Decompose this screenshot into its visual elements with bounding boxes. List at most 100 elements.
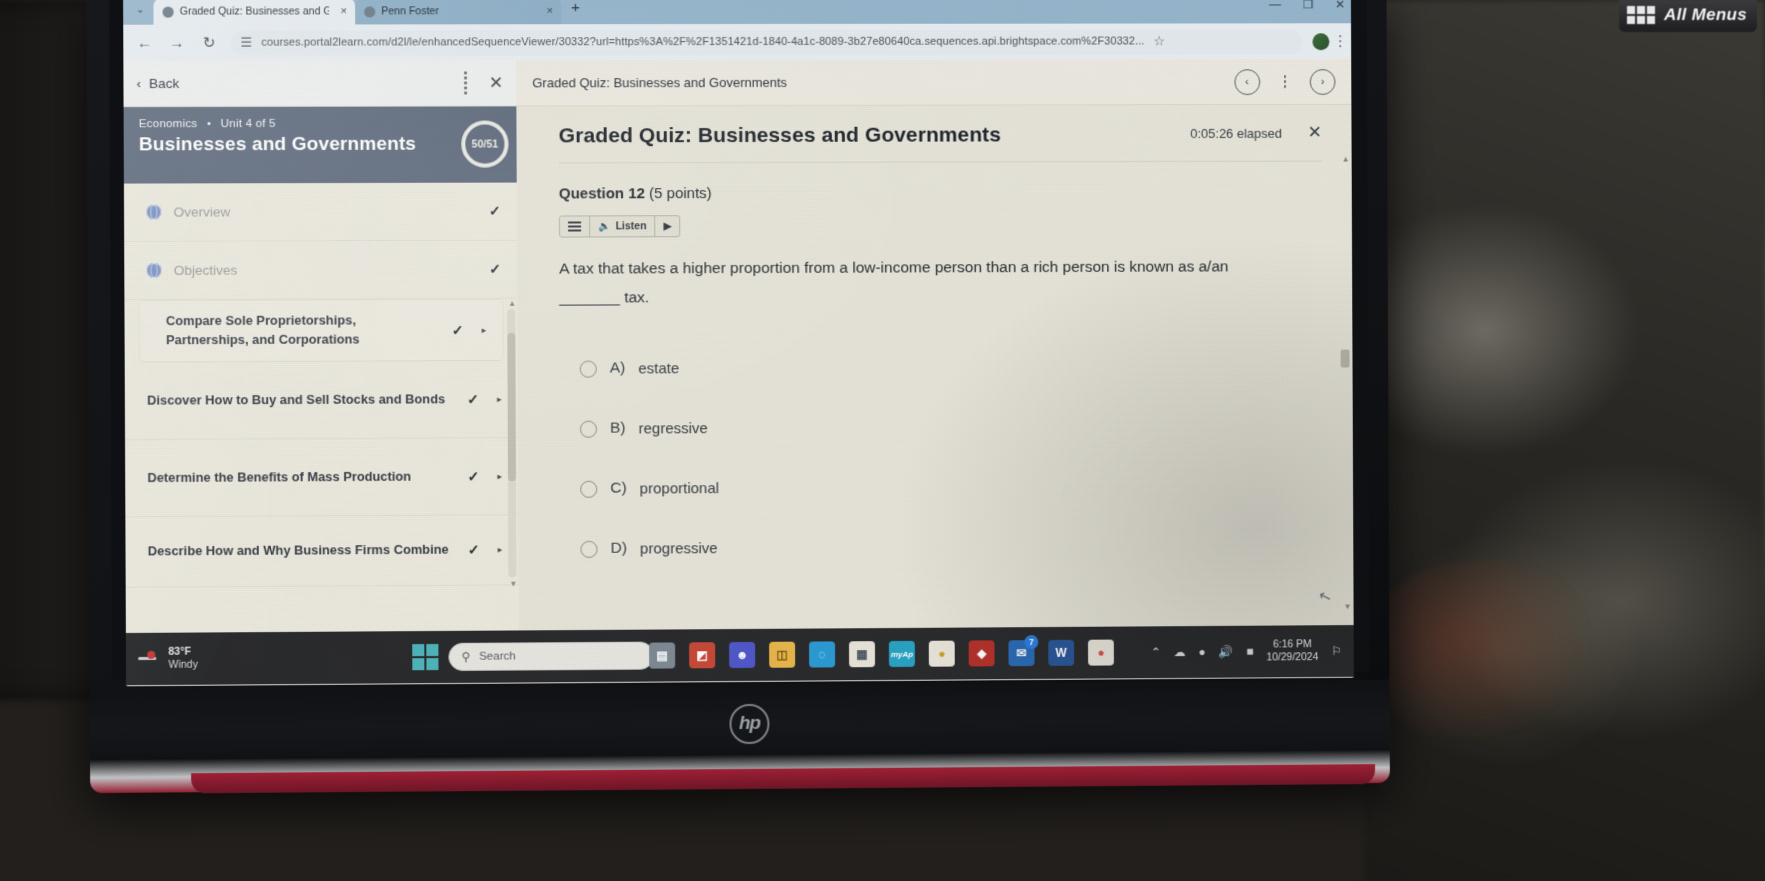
minimize-button[interactable]: — (1269, 0, 1281, 11)
browser-tab-active[interactable]: Graded Quiz: Businesses and G × (153, 0, 356, 25)
radio-button[interactable] (580, 480, 598, 498)
previous-activity-button[interactable]: ‹ (1233, 68, 1260, 95)
sidebar-scroll-up-icon[interactable]: ▲ (508, 299, 516, 308)
site-settings-icon[interactable]: ☰ (240, 35, 252, 51)
profile-avatar[interactable] (1311, 32, 1329, 50)
readspeaker-menu-button[interactable] (559, 216, 591, 237)
readspeaker-listen-button[interactable]: 🔈 Listen (590, 216, 656, 237)
radio-button[interactable] (579, 420, 598, 438)
sidebar-item-overview[interactable]: Overview ✓ (123, 182, 517, 242)
sidebar-topbar-actions: ✕ (464, 71, 503, 95)
taskbar-app-edge[interactable]: ◌ (809, 641, 836, 668)
taskbar-app-paint[interactable]: ● (928, 640, 955, 667)
tab-search-chevron-icon[interactable]: ⌄ (127, 0, 153, 25)
expand-play-icon[interactable]: ▸ (497, 471, 502, 482)
battery-icon[interactable]: ■ (1246, 645, 1253, 659)
taskbar-app-outlook[interactable]: ✉ 7 (1008, 635, 1039, 667)
browser-menu-kebab-icon[interactable] (1338, 34, 1342, 48)
all-menus-button[interactable]: All Menus (1619, 0, 1757, 32)
quiz-kebab-icon[interactable] (1283, 75, 1286, 88)
sidebar-item-label: Discover How to Buy and Sell Stocks and … (147, 391, 446, 408)
quiz-scroll-down-icon[interactable]: ▼ (1344, 602, 1352, 611)
notifications-icon[interactable]: ⚐ (1331, 644, 1342, 658)
start-button-icon[interactable] (412, 643, 439, 671)
taskbar-app-word[interactable]: W (1048, 639, 1075, 666)
sidebar-item-topic[interactable]: Describe How and Why Business Firms Comb… (125, 515, 519, 588)
clock[interactable]: 6:16 PM 10/29/2024 (1266, 638, 1318, 664)
completed-check-icon: ✓ (467, 541, 480, 558)
address-bar[interactable]: ☰ courses.portal2learn.com/d2l/le/enhanc… (230, 28, 1303, 56)
sidebar-item-label: Compare Sole Proprietorships, Partnershi… (165, 312, 360, 348)
breadcrumb-unit: Unit 4 of 5 (220, 117, 276, 131)
completed-check-icon: ✓ (489, 260, 502, 277)
answer-option-d[interactable]: D) progressive (560, 515, 1323, 579)
readspeaker-play-button[interactable]: ▶ (656, 216, 680, 236)
radio-button[interactable] (580, 540, 598, 558)
browser-tab-inactive[interactable]: Penn Foster × (355, 0, 562, 25)
new-tab-button[interactable]: + (561, 0, 588, 19)
quiz-scrollbar[interactable] (1339, 159, 1350, 597)
answer-option-a[interactable]: A) estate (560, 336, 1323, 399)
quiz-close-icon[interactable]: ✕ (1308, 123, 1322, 143)
weather-widget[interactable]: 83°F Windy (138, 645, 198, 672)
windows-taskbar: 83°F Windy ⚲ Search ▤ ◩ ☻ ◫ ◌ ▦ myAp ● ◆… (125, 625, 1354, 686)
taskbar-app-office[interactable]: ◩ (689, 642, 716, 669)
back-link[interactable]: ‹ Back (137, 76, 180, 91)
sidebar-item-topic[interactable]: Determine the Benefits of Mass Productio… (125, 438, 519, 518)
tab-favicon-icon (162, 6, 174, 18)
taskbar-app-chrome[interactable]: ● (1087, 639, 1114, 666)
next-activity-button[interactable]: › (1309, 68, 1336, 95)
reload-button[interactable]: ↻ (198, 34, 220, 52)
tab-close-icon[interactable]: × (335, 5, 348, 17)
sidebar-scroll-thumb[interactable] (507, 332, 516, 482)
bookmark-star-icon[interactable]: ☆ (1153, 33, 1165, 49)
sidebar-kebab-icon[interactable] (464, 71, 467, 95)
radio-button[interactable] (579, 360, 597, 378)
play-icon: ▶ (663, 220, 672, 232)
onedrive-icon[interactable]: ☁ (1174, 645, 1186, 659)
sidebar-close-icon[interactable]: ✕ (489, 73, 503, 93)
close-window-button[interactable]: ✕ (1335, 0, 1345, 11)
search-icon: ⚲ (461, 651, 471, 664)
search-placeholder: Search (479, 650, 516, 663)
answer-options: A) estate B) regressive C) proportional … (560, 336, 1324, 579)
maximize-button[interactable]: ❐ (1303, 0, 1314, 11)
wifi-icon[interactable]: ● (1198, 645, 1205, 659)
taskbar-app-teams[interactable]: ☻ (729, 641, 756, 669)
expand-play-icon[interactable]: ▸ (482, 324, 487, 335)
volume-icon[interactable]: 🔊 (1219, 645, 1234, 659)
sidebar-item-topic[interactable]: Compare Sole Proprietorships, Partnershi… (138, 298, 504, 363)
answer-option-c[interactable]: C) proportional (560, 455, 1323, 519)
globe-icon (146, 204, 162, 220)
question-number: Question 12 (5 points) (559, 183, 1322, 202)
clock-date: 10/29/2024 (1266, 651, 1319, 664)
expand-play-icon[interactable]: ▸ (498, 544, 503, 555)
page-title: Graded Quiz: Businesses and Governments (558, 123, 1001, 148)
expand-play-icon[interactable]: ▸ (497, 394, 502, 405)
option-text: regressive (638, 420, 708, 438)
back-button[interactable]: ← (133, 34, 155, 51)
forward-button[interactable]: → (166, 34, 188, 51)
taskbar-apps: ▤ ◩ ☻ ◫ ◌ ▦ myAp ● ◆ ✉ 7 W ● (649, 635, 1114, 669)
readspeaker-toolbar[interactable]: 🔈 Listen ▶ (558, 215, 681, 238)
red-cable (1355, 560, 1615, 760)
taskbar-app-file-explorer[interactable]: ◫ (769, 641, 796, 668)
sequence-sidebar: ‹ Back ✕ Economics • Unit 4 of 5 Busines… (123, 60, 519, 633)
tray-chevron-up-icon[interactable]: ⌃ (1151, 645, 1161, 659)
taskbar-app-myap[interactable]: myAp (888, 640, 915, 668)
quiz-topbar-title: Graded Quiz: Businesses and Governments (532, 74, 788, 91)
taskbar-app-firefox[interactable]: ◆ (968, 640, 995, 667)
search-input[interactable]: ⚲ Search (448, 641, 655, 672)
sidebar-item-label: Overview (173, 204, 231, 220)
taskbar-app-taskview[interactable]: ▤ (649, 642, 676, 669)
sidebar-item-objectives[interactable]: Objectives ✓ (124, 240, 518, 301)
weather-temperature: 83°F (168, 645, 191, 658)
sidebar-scroll-down-icon[interactable]: ▼ (509, 579, 517, 588)
question-points: (5 points) (649, 185, 712, 203)
sidebar-item-topic[interactable]: Discover How to Buy and Sell Stocks and … (124, 360, 518, 440)
hamburger-icon (568, 221, 582, 232)
answer-option-b[interactable]: B) regressive (560, 396, 1323, 459)
taskbar-app-store[interactable]: ▦ (848, 641, 876, 668)
tab-close-icon[interactable]: × (541, 5, 554, 17)
quiz-scroll-thumb[interactable] (1340, 349, 1350, 368)
